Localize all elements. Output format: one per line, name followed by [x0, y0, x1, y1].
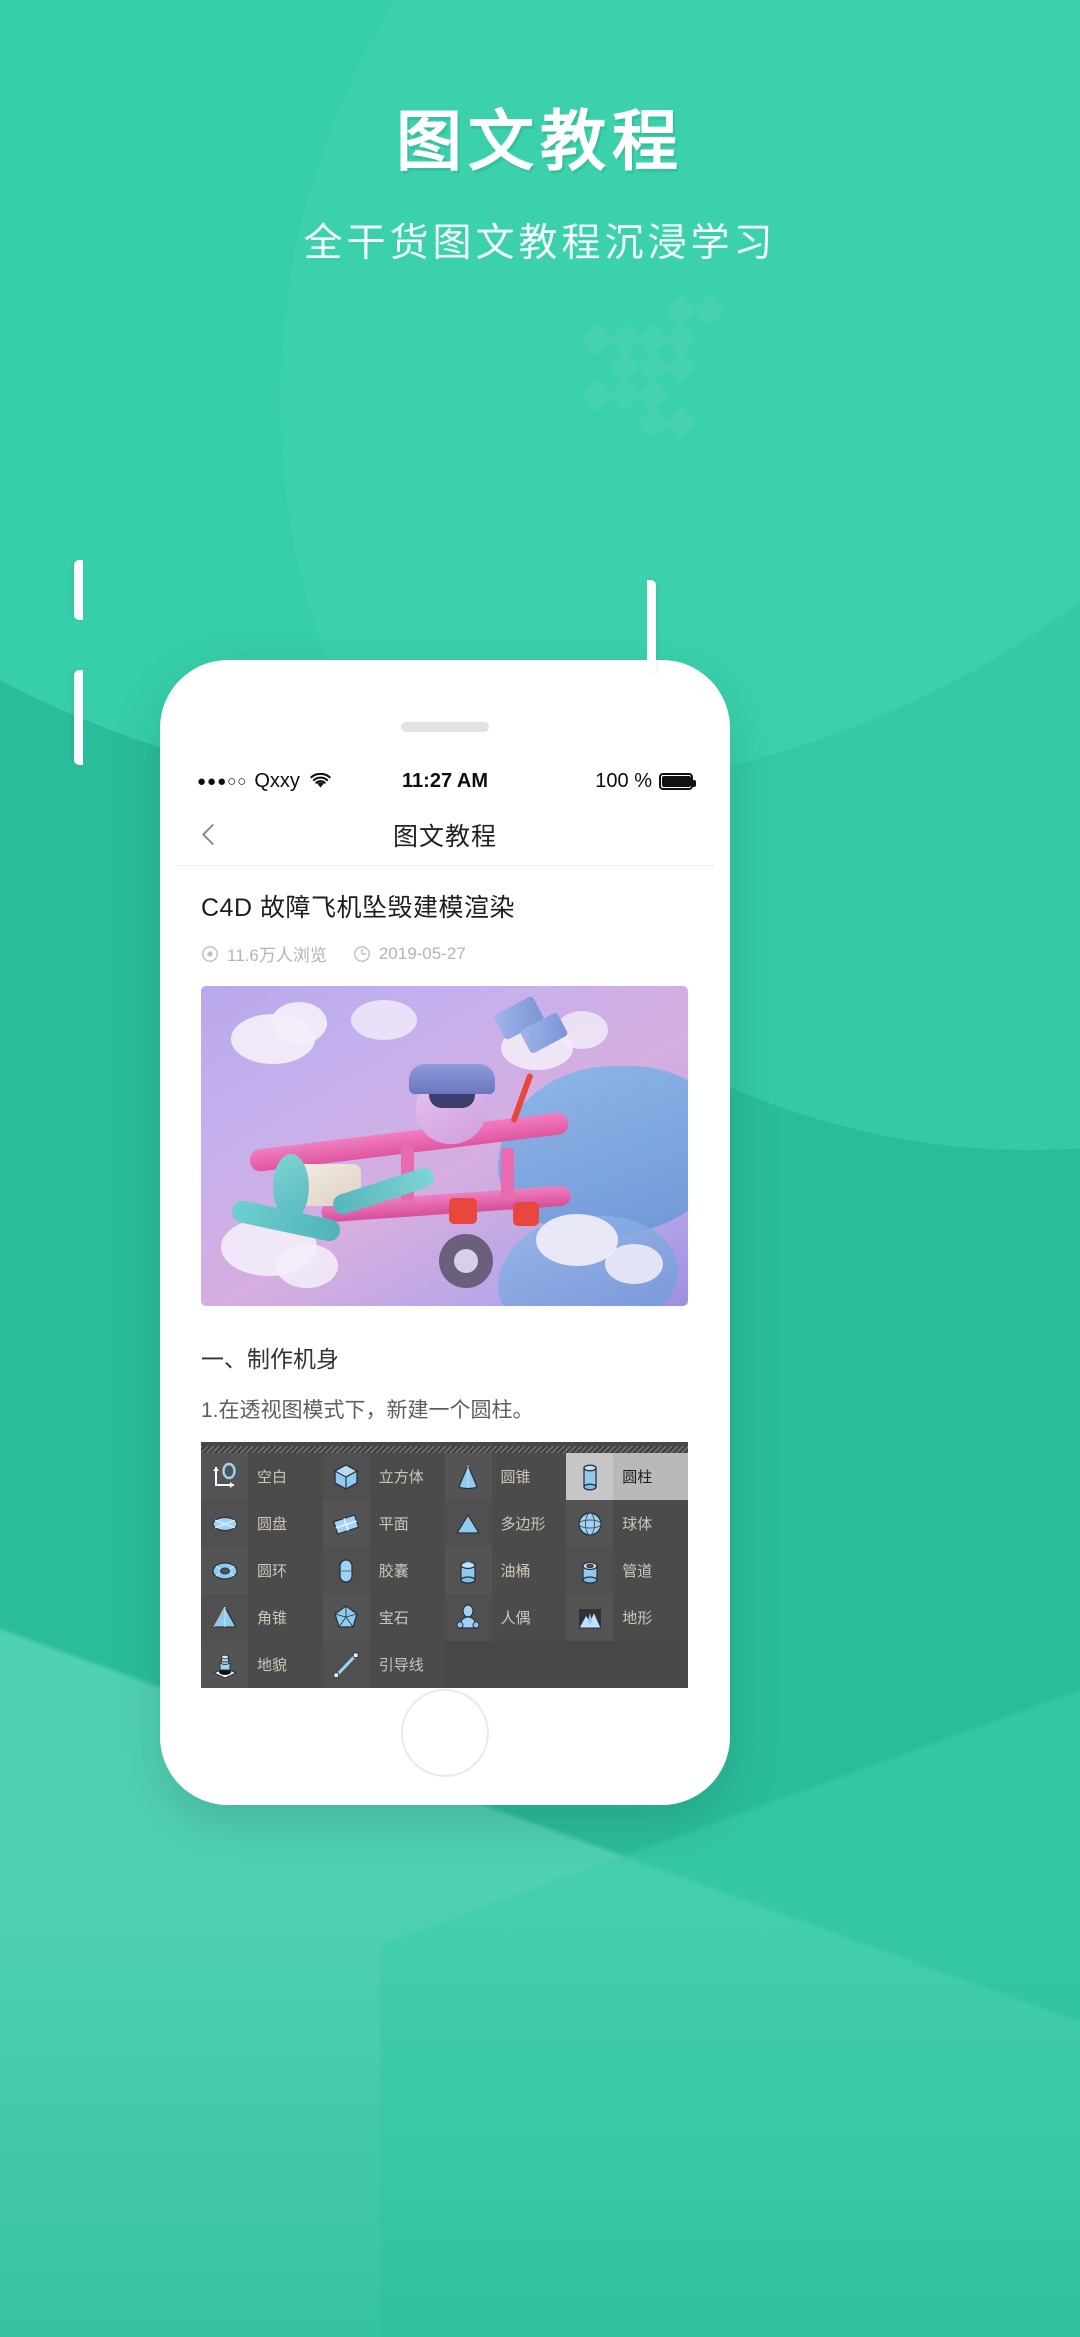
c4d-item-label: 地形	[622, 1610, 653, 1627]
article-meta: 11.6万人浏览 2019-05-27	[201, 941, 689, 966]
phone-body: ●●●○○ Qxxy 11:27 AM 100 % 图文教程 C4D 故障飞机坠…	[160, 660, 730, 1805]
null-object-icon	[201, 1453, 248, 1500]
c4d-item-cube[interactable]: 立方体	[322, 1453, 445, 1500]
c4d-item-label: 圆盘	[257, 1516, 288, 1533]
c4d-item-label: 宝石	[378, 1610, 409, 1627]
date-meta: 2019-05-27	[353, 944, 466, 964]
c4d-item-label: 圆柱	[622, 1469, 653, 1486]
article-hero-image	[201, 986, 688, 1306]
figure-icon	[444, 1594, 492, 1641]
c4d-item-capsule[interactable]: 胶囊	[322, 1547, 445, 1594]
plane-icon	[322, 1500, 370, 1547]
wifi-icon	[310, 773, 331, 789]
c4d-item-label: 空白	[257, 1469, 288, 1486]
c4d-item-figure[interactable]: 人偶	[444, 1594, 567, 1641]
c4d-row: 圆盘 平面 多边形 球体	[201, 1500, 688, 1547]
article-container: C4D 故障飞机坠毁建模渲染 11.6万人浏览 2019-05-27 一、制作机…	[175, 866, 715, 1688]
cylinder-icon	[566, 1453, 614, 1500]
section-heading: 一、制作机身	[201, 1346, 339, 1372]
c4d-item-label: 立方体	[378, 1469, 424, 1486]
phone-volume-down-button[interactable]	[74, 670, 83, 765]
c4d-item-sphere[interactable]: 球体	[566, 1500, 688, 1547]
c4d-cell-empty	[566, 1641, 688, 1688]
c4d-item-label: 地貌	[257, 1657, 288, 1674]
article-title: C4D 故障飞机坠毁建模渲染	[201, 894, 515, 922]
status-bar: ●●●○○ Qxxy 11:27 AM 100 %	[175, 758, 715, 804]
views-count: 11.6万人浏览	[227, 946, 327, 965]
signal-strength-icon: ●●●○○	[197, 772, 248, 790]
guide-line-icon	[322, 1641, 370, 1688]
platonic-icon	[322, 1594, 370, 1641]
c4d-item-cone[interactable]: 圆锥	[444, 1453, 567, 1500]
phone-power-button[interactable]	[647, 580, 656, 675]
page-subtitle: 全干货图文教程沉浸学习	[303, 222, 777, 265]
pyramid-icon	[201, 1594, 248, 1641]
c4d-item-null-object[interactable]: 空白	[201, 1453, 323, 1500]
eye-icon	[201, 945, 219, 963]
panel-drag-handle[interactable]	[201, 1446, 688, 1453]
c4d-item-label: 多边形	[500, 1516, 546, 1533]
carrier-label: Qxxy	[254, 769, 300, 792]
c4d-item-plane[interactable]: 平面	[322, 1500, 445, 1547]
c4d-item-relief[interactable]: 地貌	[201, 1641, 323, 1688]
capsule-icon	[322, 1547, 370, 1594]
c4d-cell-empty	[444, 1641, 567, 1688]
views-meta: 11.6万人浏览	[201, 941, 327, 966]
c4d-item-landscape[interactable]: 地形	[566, 1594, 688, 1641]
c4d-item-label: 油桶	[500, 1563, 531, 1580]
chevron-left-icon	[201, 823, 224, 846]
landscape-icon	[566, 1594, 614, 1641]
status-bar-left: ●●●○○ Qxxy	[197, 770, 331, 793]
phone-speaker	[401, 722, 489, 732]
c4d-row: 地貌 引导线	[201, 1641, 688, 1688]
background-bottom-gradient	[0, 1907, 1080, 2337]
clock-icon	[353, 945, 371, 963]
relief-icon	[201, 1641, 248, 1688]
c4d-item-tube[interactable]: 管道	[566, 1547, 688, 1594]
c4d-item-disc[interactable]: 圆盘	[201, 1500, 323, 1547]
c4d-item-label: 引导线	[378, 1657, 424, 1674]
c4d-item-guide-line[interactable]: 引导线	[322, 1641, 445, 1688]
c4d-item-platonic[interactable]: 宝石	[322, 1594, 445, 1641]
disc-icon	[201, 1500, 248, 1547]
tube-icon	[566, 1547, 614, 1594]
nav-bar: 图文教程	[175, 804, 715, 866]
torus-icon	[201, 1547, 248, 1594]
oil-tank-icon	[444, 1547, 492, 1594]
c4d-item-polygon[interactable]: 多边形	[444, 1500, 567, 1547]
c4d-item-label: 管道	[622, 1563, 653, 1580]
c4d-item-pyramid[interactable]: 角锥	[201, 1594, 323, 1641]
c4d-item-cylinder[interactable]: 圆柱	[566, 1453, 688, 1500]
cone-icon	[444, 1453, 492, 1500]
sphere-icon	[566, 1500, 614, 1547]
body-paragraph: 1.在透视图模式下，新建一个圆柱。	[201, 1399, 534, 1422]
cube-icon	[322, 1453, 370, 1500]
c4d-row: 角锥 宝石 人偶 地形	[201, 1594, 688, 1641]
battery-icon	[659, 772, 696, 790]
c4d-item-label: 人偶	[500, 1610, 531, 1627]
c4d-item-label: 平面	[378, 1516, 409, 1533]
phone-volume-up-button[interactable]	[74, 560, 83, 620]
c4d-item-label: 圆锥	[500, 1469, 531, 1486]
battery-percent-label: 100 %	[595, 769, 652, 792]
c4d-row: 空白 立方体 圆锥 圆柱	[201, 1453, 688, 1500]
page-title: 图文教程	[396, 104, 684, 178]
status-bar-right: 100 %	[595, 769, 696, 793]
c4d-row: 圆环 胶囊 油桶 管道	[201, 1547, 688, 1594]
c4d-item-oil-tank[interactable]: 油桶	[444, 1547, 567, 1594]
phone-screen: ●●●○○ Qxxy 11:27 AM 100 % 图文教程 C4D 故障飞机坠…	[175, 758, 715, 1698]
c4d-item-label: 圆环	[257, 1563, 288, 1580]
nav-title: 图文教程	[392, 822, 497, 851]
phone-mockup: ●●●○○ Qxxy 11:27 AM 100 % 图文教程 C4D 故障飞机坠…	[74, 330, 730, 1805]
back-button[interactable]	[195, 804, 230, 865]
c4d-item-torus[interactable]: 圆环	[201, 1547, 323, 1594]
c4d-item-label: 角锥	[257, 1610, 288, 1627]
publish-date: 2019-05-27	[378, 943, 466, 963]
c4d-item-label: 胶囊	[378, 1563, 409, 1580]
c4d-item-label: 球体	[622, 1516, 653, 1533]
polygon-icon	[444, 1500, 492, 1547]
home-button[interactable]	[401, 1689, 489, 1777]
header: 图文教程 全干货图文教程沉浸学习	[0, 0, 1080, 268]
c4d-object-palette: 空白 立方体 圆锥 圆柱圆盘 平面 多边形 球体圆环 胶囊 油桶 管道角锥 宝石 人偶 地形地貌 引导线	[201, 1442, 688, 1688]
